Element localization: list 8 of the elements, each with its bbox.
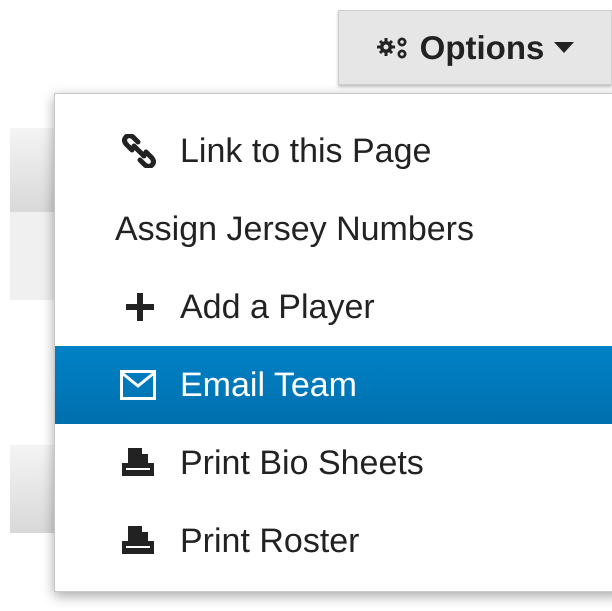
printer-icon bbox=[120, 526, 156, 556]
plus-icon bbox=[124, 291, 156, 323]
envelope-icon bbox=[120, 370, 156, 400]
options-button[interactable]: Options bbox=[338, 10, 612, 85]
printer-icon bbox=[120, 448, 156, 478]
caret-icon bbox=[554, 42, 574, 53]
menu-item[interactable]: Email Team bbox=[55, 346, 612, 424]
link-icon bbox=[122, 134, 156, 168]
